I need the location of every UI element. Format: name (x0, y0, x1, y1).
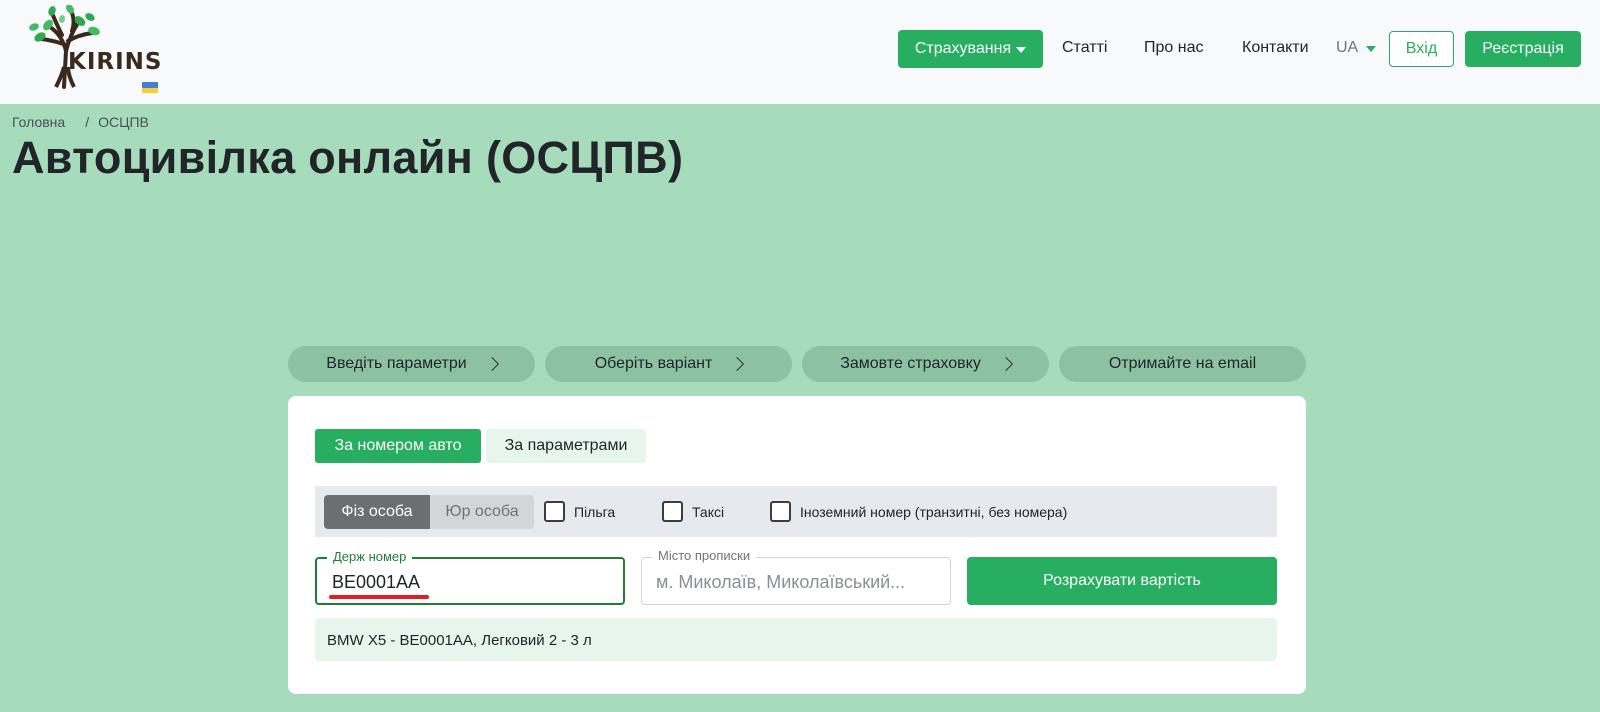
city-input[interactable]: м. Миколаїв, Миколаївський... (656, 572, 940, 593)
step-receive-email: Отримайте на email (1059, 346, 1306, 382)
step-label: Отримайте на email (1108, 355, 1257, 372)
chevron-right-icon (998, 356, 1013, 372)
caret-down-icon (1366, 46, 1377, 52)
plate-number-field[interactable]: Держ номер BE0001AA (315, 549, 625, 605)
taxi-label: Таксі (692, 503, 725, 520)
city-field[interactable]: Місто прописки м. Миколаїв, Миколаївськи… (641, 548, 951, 605)
plate-number-label: Держ номер (327, 549, 413, 564)
calculate-price-button[interactable]: Розрахувати вартість (967, 557, 1277, 605)
tab-by-number[interactable]: За номером авто (315, 429, 481, 463)
register-button[interactable]: Реєстрація (1465, 31, 1581, 67)
ukraine-flag-icon (142, 82, 158, 93)
breadcrumb: Головна / ОСЦПВ (12, 114, 149, 130)
chevron-right-icon (484, 356, 499, 372)
city-label: Місто прописки (652, 548, 757, 563)
breadcrumb-home[interactable]: Головна (12, 114, 65, 130)
foreign-plate-label: Іноземний номер (транзитні, без номера) (800, 503, 1068, 520)
benefit-checkbox[interactable]: Пільга (544, 501, 615, 522)
benefit-label: Пільга (574, 503, 616, 520)
highlight-underline (329, 595, 429, 599)
language-label: UA (1336, 39, 1359, 56)
caret-down-icon (1016, 47, 1027, 53)
step-label: Замовте страховку (840, 355, 981, 372)
vehicle-result: BMW X5 - BE0001AA, Легковий 2 - 3 л (315, 618, 1277, 661)
plate-number-input[interactable]: BE0001AA (332, 572, 420, 593)
logo-text: KIRINS (68, 49, 163, 75)
foreign-plate-checkbox[interactable]: Іноземний номер (транзитні, без номера) (770, 501, 1067, 522)
tab-by-params[interactable]: За параметрами (486, 429, 646, 463)
insurance-dropdown-button[interactable]: Страхування (898, 30, 1043, 68)
tree-logo-icon (29, 5, 100, 89)
step-enter-params: Введіть параметри (288, 346, 535, 382)
step-label: Введіть параметри (326, 355, 467, 372)
nav-link-contacts[interactable]: Контакти (1242, 39, 1309, 57)
step-label: Оберіть варіант (594, 355, 713, 372)
login-button[interactable]: Вхід (1389, 31, 1454, 67)
insurance-dropdown-label: Страхування (914, 40, 1012, 57)
taxi-checkbox[interactable]: Таксі (662, 501, 724, 522)
site-header: KIRINS Страхування Статті Про нас Контак… (0, 0, 1600, 104)
checkbox-box[interactable] (544, 501, 565, 522)
options-bar: Фіз особа Юр особа Пільга Таксі Іноземни… (315, 486, 1277, 537)
nav-link-articles[interactable]: Статті (1062, 39, 1107, 57)
language-selector[interactable]: UA (1336, 39, 1377, 57)
checkbox-box[interactable] (662, 501, 683, 522)
step-order: Замовте страховку (802, 346, 1049, 382)
nav-link-about[interactable]: Про нас (1144, 39, 1203, 57)
logo[interactable]: KIRINS (12, 5, 161, 93)
page-title: Автоцивілка онлайн (ОСЦПВ) (12, 132, 684, 183)
person-type-individual[interactable]: Фіз особа (324, 495, 430, 529)
breadcrumb-current: ОСЦПВ (98, 114, 149, 130)
person-type-legal[interactable]: Юр особа (430, 495, 534, 529)
step-choose-option: Оберіть варіант (545, 346, 792, 382)
insurance-form-card: За номером авто За параметрами Фіз особа… (288, 396, 1306, 694)
chevron-right-icon (730, 356, 745, 372)
breadcrumb-separator: / (85, 114, 90, 130)
checkbox-box[interactable] (770, 501, 791, 522)
